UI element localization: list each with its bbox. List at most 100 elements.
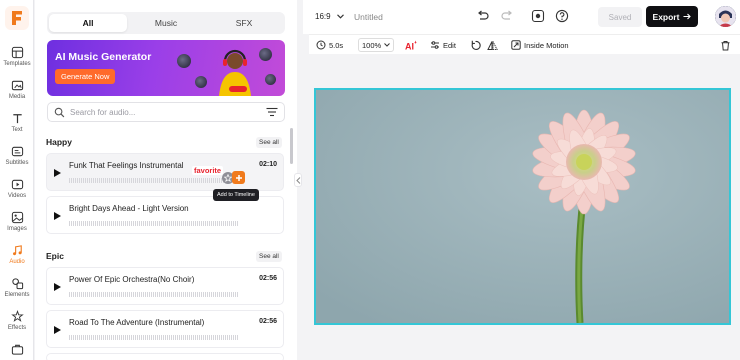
rail-label: Effects <box>7 325 27 331</box>
inside-motion-button[interactable]: Inside Motion <box>511 38 569 52</box>
edit-label: Edit <box>443 40 456 50</box>
rail-item-audio[interactable]: Audio <box>0 240 34 272</box>
templates-icon <box>11 46 23 59</box>
app-logo[interactable] <box>5 6 29 30</box>
rail-item-effects[interactable]: Effects <box>0 306 34 338</box>
motion-icon <box>511 40 521 50</box>
redo-icon[interactable] <box>500 9 514 23</box>
export-label: Export <box>652 11 680 22</box>
rail-item-toolbox[interactable] <box>0 339 34 360</box>
rail-item-images[interactable]: Images <box>0 207 34 239</box>
ai-sparkle-icon: AI <box>405 40 417 51</box>
generate-now-button[interactable]: Generate Now <box>55 69 116 84</box>
screen-record-icon[interactable] <box>531 9 545 23</box>
tab-music[interactable]: Music <box>127 14 205 32</box>
chevron-left-icon <box>295 176 300 184</box>
rail-item-videos[interactable]: Videos <box>0 174 34 206</box>
rail-item-elements[interactable]: Elements <box>0 273 34 305</box>
rotate-icon <box>471 40 481 50</box>
text-icon <box>12 114 22 124</box>
effects-icon <box>10 310 24 322</box>
export-button[interactable]: Export <box>646 6 698 27</box>
zoom-select[interactable]: 100% <box>358 38 395 52</box>
flip-button[interactable] <box>487 38 498 52</box>
rail-label: Audio <box>9 259 25 265</box>
favorite-label: favorite <box>192 166 224 175</box>
aspect-ratio-select[interactable]: 16:9 <box>315 12 344 21</box>
duration-control[interactable]: 5.0s <box>316 38 343 52</box>
canvas-preview[interactable] <box>314 88 731 325</box>
undo-icon[interactable] <box>476 9 490 23</box>
waveform <box>69 221 239 226</box>
vinyl-disc-decoration <box>195 76 207 88</box>
rail-item-media[interactable]: Media <box>0 75 34 107</box>
star-icon <box>224 174 232 182</box>
play-icon[interactable] <box>54 283 61 291</box>
play-icon[interactable] <box>54 212 61 220</box>
audio-search[interactable]: Search for audio... <box>47 102 285 122</box>
rail-item-subtitles[interactable]: Subtitles <box>0 141 34 173</box>
ai-tools-button[interactable]: AI <box>405 38 417 52</box>
track-item[interactable]: Bright Days Ahead - Light Version <box>46 196 284 234</box>
project-title[interactable]: Untitled <box>354 12 383 22</box>
collapse-panel-button[interactable] <box>294 173 302 187</box>
edit-button[interactable]: Edit <box>430 38 456 52</box>
vinyl-disc-decoration <box>265 74 276 85</box>
svg-text:AI: AI <box>405 41 414 51</box>
rotate-button[interactable] <box>470 38 481 52</box>
chevron-down-icon <box>384 43 391 47</box>
see-all-epic-button[interactable]: See all <box>256 251 282 262</box>
section-title-epic: Epic <box>46 251 64 261</box>
waveform <box>69 335 239 340</box>
vinyl-disc-decoration <box>177 54 191 68</box>
arrow-right-icon <box>683 13 692 20</box>
panel-scrollbar[interactable] <box>290 128 293 164</box>
audio-panel: All Music SFX AI Music Generator Generat… <box>35 0 297 360</box>
track-duration: 02:56 <box>259 275 277 282</box>
banner-title: AI Music Generator <box>55 51 152 63</box>
waveform <box>69 178 239 183</box>
rail-label: Text <box>11 127 23 133</box>
track-item[interactable]: Funk That Feelings Instrumental 02:10 <box>46 153 284 191</box>
tab-all[interactable]: All <box>49 14 127 32</box>
media-icon <box>11 80 23 91</box>
toolbox-icon <box>11 344 23 355</box>
section-title-happy: Happy <box>46 137 72 147</box>
user-avatar[interactable] <box>715 6 736 27</box>
rail-label: Videos <box>7 193 27 199</box>
images-icon <box>11 211 23 224</box>
play-icon[interactable] <box>54 169 61 177</box>
videos-icon <box>11 179 23 190</box>
rail-item-text[interactable]: Text <box>0 108 34 140</box>
zoom-value: 100% <box>362 40 382 50</box>
clock-icon <box>316 40 326 50</box>
delete-button[interactable] <box>720 38 731 52</box>
flip-icon <box>487 40 498 50</box>
track-item[interactable]: Power Of Epic Orchestra(No Choir) 02:56 <box>46 267 284 305</box>
track-item[interactable] <box>46 353 284 360</box>
help-icon[interactable] <box>555 9 569 23</box>
rail-label: Subtitles <box>5 160 29 166</box>
edit-toolbar: 5.0s 100% AI Edit Inside Motion <box>309 34 740 54</box>
play-icon[interactable] <box>54 326 61 334</box>
left-rail: Templates Media Text Subtitles Videos Im… <box>0 0 34 360</box>
see-all-happy-button[interactable]: See all <box>256 137 282 148</box>
headphones-person-illustration <box>219 49 251 96</box>
tab-sfx[interactable]: SFX <box>205 14 283 32</box>
rail-item-templates[interactable]: Templates <box>0 42 34 74</box>
rail-label: Media <box>8 94 26 100</box>
track-item[interactable]: Road To The Adventure (Instrumental) 02:… <box>46 310 284 348</box>
track-name: Funk That Feelings Instrumental <box>69 161 184 170</box>
add-to-timeline-button[interactable] <box>232 171 245 184</box>
search-input[interactable]: Search for audio... <box>70 108 135 117</box>
subtitles-icon <box>11 146 23 157</box>
rail-label: Templates <box>3 61 31 67</box>
chevron-down-icon <box>336 14 344 19</box>
track-name: Power Of Epic Orchestra(No Choir) <box>69 275 195 284</box>
duration-value: 5.0s <box>329 40 344 50</box>
ai-music-banner[interactable]: AI Music Generator Generate Now <box>47 40 285 96</box>
filter-icon[interactable] <box>266 107 278 117</box>
elements-icon <box>11 278 23 290</box>
saved-status-button[interactable]: Saved <box>598 7 642 27</box>
track-duration: 02:56 <box>259 318 277 325</box>
